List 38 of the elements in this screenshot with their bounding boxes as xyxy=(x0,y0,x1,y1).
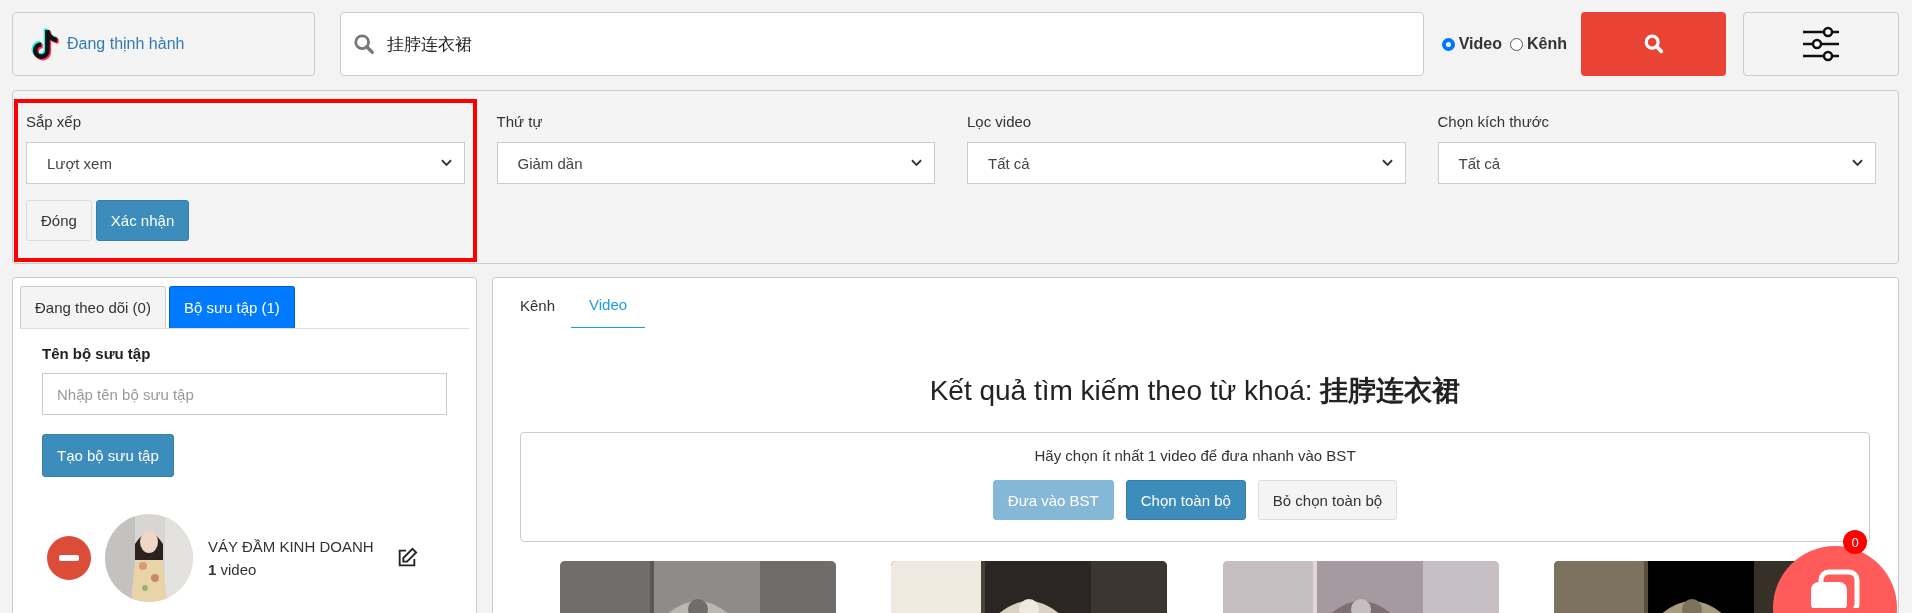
close-button[interactable]: Đóng xyxy=(26,200,92,241)
tab[interactable]: Đang theo dõi (0) xyxy=(20,286,166,328)
radio-button[interactable] xyxy=(1510,37,1523,51)
dropdown[interactable]: Lượt xem xyxy=(26,142,465,184)
hint-text: Hãy chọn ít nhất 1 video để đưa nhanh vào BST xyxy=(1034,447,1356,464)
settings-icon xyxy=(1801,26,1841,62)
radio-label: Video xyxy=(1458,35,1502,53)
action-button[interactable]: Bỏ chọn toàn bộ xyxy=(1257,480,1398,520)
radio-label: Kênh xyxy=(1527,35,1567,53)
results-heading: Kết quả tìm kiếm theo từ khoá: 挂脖连衣裙 xyxy=(928,374,1462,408)
search-icon xyxy=(353,33,375,55)
filter-label: Thứ tự xyxy=(496,113,544,130)
chevron-icon xyxy=(911,159,922,167)
form-label: Tên bộ sưu tập xyxy=(42,345,152,362)
action-button[interactable]: Chọn toàn bộ xyxy=(1125,480,1246,520)
filter-label: Chọn kích thước xyxy=(1437,113,1551,130)
trending-link[interactable]: Đang thịnh hành xyxy=(67,35,185,53)
search-icon xyxy=(1642,33,1665,55)
search-field[interactable]: 挂脖连衣裙 xyxy=(340,12,1424,76)
chevron-icon xyxy=(440,159,452,167)
confirm-button[interactable]: Xác nhận xyxy=(95,200,190,241)
dropdown[interactable]: Tất cả xyxy=(1437,142,1876,184)
chevron-icon xyxy=(1381,159,1393,167)
dropdown[interactable]: Giảm dần xyxy=(496,142,935,184)
radio-button[interactable] xyxy=(1441,37,1455,51)
input-field[interactable]: Nhập tên bộ sưu tập xyxy=(42,373,447,415)
music-note-icon xyxy=(31,27,61,61)
dropdown[interactable]: Tất cả xyxy=(967,142,1406,184)
chevron-icon xyxy=(1852,159,1863,167)
video-count: 1 video xyxy=(208,561,258,578)
filter-label: Sắp xếp xyxy=(26,113,83,130)
collection-name[interactable]: VÁY ĐẦM KINH DOANH xyxy=(208,538,374,555)
tab[interactable]: Bộ sưu tập (1) xyxy=(168,286,295,328)
tab[interactable]: Kênh xyxy=(520,297,556,328)
filter-label: Lọc video xyxy=(967,113,1033,130)
filter-button[interactable] xyxy=(1743,12,1899,76)
remove-icon[interactable] xyxy=(47,536,91,580)
create-button[interactable]: Tạo bộ sưu tập xyxy=(42,434,174,477)
